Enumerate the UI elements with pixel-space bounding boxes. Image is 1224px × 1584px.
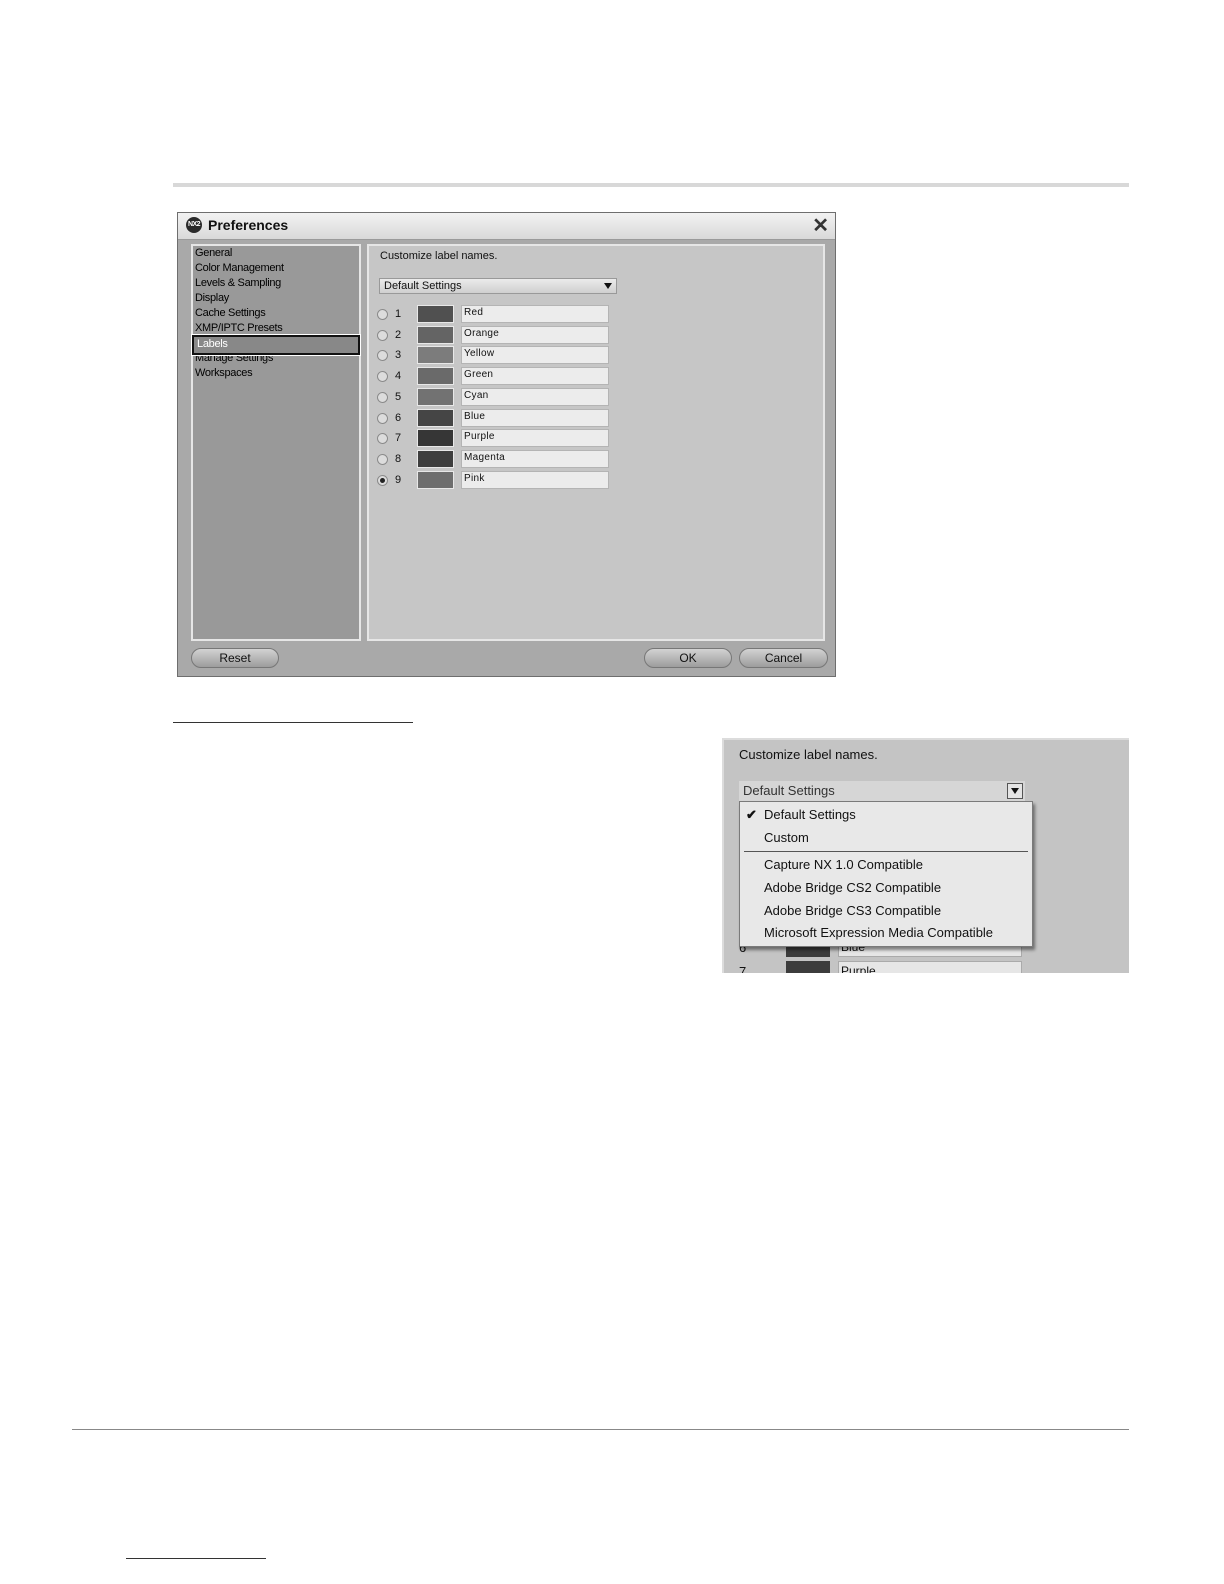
sidebar-item-workspaces[interactable]: Workspaces — [195, 367, 253, 379]
dialog-title: Preferences — [208, 217, 289, 233]
label-row: 6 Blue — [377, 408, 617, 427]
footer-rule — [72, 1429, 1129, 1430]
label-row: 9 Pink — [377, 470, 617, 489]
menu-item-custom[interactable]: Custom — [764, 830, 809, 845]
label-row: 5 Cyan — [377, 387, 617, 406]
label-radio[interactable] — [377, 350, 388, 362]
label-color-swatch[interactable] — [417, 429, 454, 448]
label-name-field[interactable]: Green — [461, 367, 609, 386]
label-number: 3 — [395, 349, 402, 362]
menu-item-default-settings[interactable]: Default Settings — [764, 807, 856, 822]
label-row: 2 Orange — [377, 325, 617, 344]
label-number: 5 — [395, 390, 402, 403]
app-logo-icon: NX2 — [186, 217, 202, 233]
sidebar-item-general[interactable]: General — [195, 247, 232, 259]
label-name-field[interactable]: Yellow — [461, 346, 609, 365]
dropdown-detail-inset: Customize label names. Default Settings … — [722, 738, 1129, 973]
title-bar: NX2 Preferences ✕ — [178, 213, 835, 240]
close-icon[interactable]: ✕ — [812, 215, 829, 237]
menu-item-adobe-bridge-cs3-compatible[interactable]: Adobe Bridge CS3 Compatible — [764, 903, 941, 918]
label-color-swatch[interactable] — [417, 367, 454, 386]
sidebar-item-color-management[interactable]: Color Management — [195, 262, 284, 274]
preferences-dialog: NX2 Preferences ✕ General Color Manageme… — [177, 212, 836, 677]
cancel-button[interactable]: Cancel — [739, 648, 828, 668]
label-row: 8 Magenta — [377, 449, 617, 468]
menu-item-microsoft-expression-media-compatible[interactable]: Microsoft Expression Media Compatible — [764, 925, 993, 940]
label-row: 7 Purple — [377, 429, 617, 448]
label-color-swatch[interactable] — [417, 470, 454, 489]
label-row: 3 Yellow — [377, 346, 617, 365]
labels-panel: Customize label names. Default Settings … — [367, 244, 825, 641]
menu-item-capture-nx-1-compatible[interactable]: Capture NX 1.0 Compatible — [764, 857, 923, 872]
panel-heading: Customize label names. — [380, 250, 498, 262]
preset-dropdown-menu: ✔ Default Settings Custom Capture NX 1.0… — [739, 801, 1033, 947]
label-radio[interactable] — [377, 391, 388, 403]
label-number: 8 — [395, 452, 402, 465]
label-name-field[interactable]: Magenta — [461, 449, 609, 468]
label-color-swatch[interactable] — [417, 449, 454, 468]
label-number: 2 — [395, 328, 402, 341]
label-number: 4 — [395, 370, 402, 383]
label-color-swatch[interactable] — [417, 387, 454, 406]
sidebar-item-labels[interactable]: Labels — [191, 334, 361, 356]
checkmark-icon: ✔ — [746, 807, 757, 822]
label-radio[interactable] — [377, 433, 388, 445]
label-name-field[interactable]: Red — [461, 305, 609, 323]
label-name-field[interactable]: Blue — [461, 408, 609, 427]
reset-button[interactable]: Reset — [191, 648, 279, 668]
label-number: 1 — [395, 308, 402, 320]
preset-dropdown[interactable]: Default Settings — [379, 278, 617, 294]
label-radio[interactable] — [377, 474, 388, 486]
label-name-field[interactable]: Orange — [461, 325, 609, 344]
menu-separator — [744, 851, 1028, 852]
preferences-sidebar: General Color Management Levels & Sampli… — [191, 244, 361, 641]
inset-row-7-number: 7 — [739, 964, 747, 973]
inset-row-7-swatch — [786, 961, 830, 973]
ok-button[interactable]: OK — [644, 648, 732, 668]
label-color-swatch[interactable] — [417, 408, 454, 427]
label-number: 6 — [395, 411, 402, 424]
label-number: 7 — [395, 432, 402, 445]
label-row: 4 Green — [377, 367, 617, 386]
sidebar-item-display[interactable]: Display — [195, 292, 229, 304]
label-radio[interactable] — [377, 329, 388, 341]
label-color-swatch[interactable] — [417, 325, 454, 344]
label-color-swatch[interactable] — [417, 305, 454, 323]
inset-row-7-name[interactable]: Purple — [838, 961, 1022, 973]
label-radio[interactable] — [377, 412, 388, 424]
section-underline — [173, 722, 413, 723]
label-radio[interactable] — [377, 371, 388, 383]
menu-item-adobe-bridge-cs2-compatible[interactable]: Adobe Bridge CS2 Compatible — [764, 880, 941, 895]
inset-preset-dropdown[interactable]: Default Settings — [739, 781, 1025, 801]
top-rule — [173, 183, 1129, 187]
sidebar-item-levels-sampling[interactable]: Levels & Sampling — [195, 277, 281, 289]
label-color-swatch[interactable] — [417, 346, 454, 365]
sidebar-item-cache-settings[interactable]: Cache Settings — [195, 307, 266, 319]
chevron-down-icon — [604, 283, 612, 289]
label-name-field[interactable]: Purple — [461, 429, 609, 448]
label-name-field[interactable]: Cyan — [461, 387, 609, 406]
inset-dropdown-arrow-icon[interactable] — [1007, 783, 1023, 799]
label-radio[interactable] — [377, 453, 388, 465]
footer-link-underline — [126, 1558, 266, 1559]
label-radio[interactable] — [377, 309, 388, 320]
inset-panel-heading: Customize label names. — [739, 747, 878, 762]
sidebar-item-xmp-iptc-presets[interactable]: XMP/IPTC Presets — [195, 322, 283, 334]
label-name-field[interactable]: Pink — [461, 470, 609, 489]
preset-dropdown-value: Default Settings — [384, 280, 462, 292]
label-row: 1 Red — [377, 305, 617, 323]
label-number: 9 — [395, 473, 402, 486]
